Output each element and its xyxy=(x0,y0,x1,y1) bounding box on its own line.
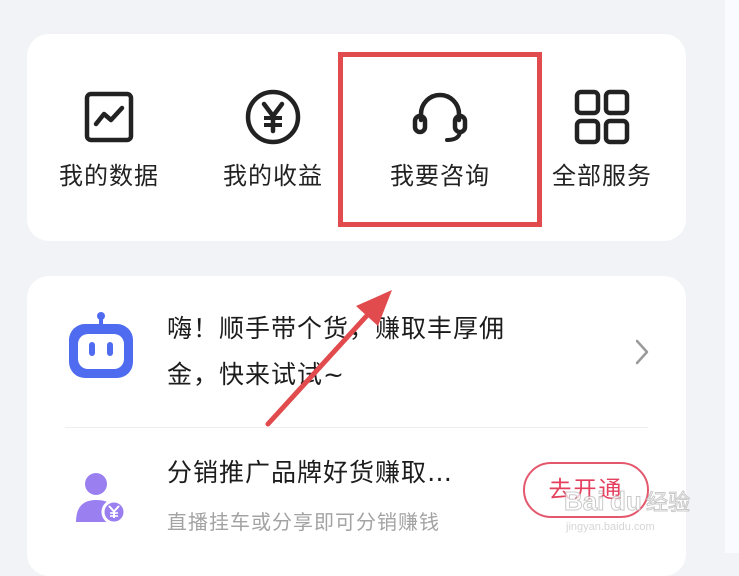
promo-message-line-1: 嗨！顺手带个货，赚取丰厚佣 xyxy=(167,314,506,343)
headset-icon xyxy=(409,86,471,148)
service-my-data[interactable]: 我的数据 xyxy=(39,34,179,241)
service-all[interactable]: 全部服务 xyxy=(532,34,672,241)
activate-button[interactable]: 去开通 xyxy=(523,462,649,518)
service-consult[interactable]: 我要咨询 xyxy=(370,34,510,241)
service-my-earnings[interactable]: 我的收益 xyxy=(203,34,343,241)
promo-card: 嗨！顺手带个货，赚取丰厚佣 金，快来试试~ 分销推广品牌好货赚取… 直播挂车或分… xyxy=(27,276,686,576)
distribution-row: 分销推广品牌好货赚取… 直播挂车或分享即可分销赚钱 去开通 xyxy=(27,428,686,558)
services-card: 我的数据 我的收益 我要咨询 全部服务 xyxy=(27,34,686,241)
chart-icon xyxy=(78,86,140,148)
service-label-my-data: 我的数据 xyxy=(59,162,159,190)
promo-message: 嗨！顺手带个货，赚取丰厚佣 金，快来试试~ xyxy=(167,306,557,398)
promo-message-line-2: 金，快来试试~ xyxy=(167,360,345,389)
distribution-subtitle: 直播挂车或分享即可分销赚钱 xyxy=(167,510,440,534)
service-label-my-earnings: 我的收益 xyxy=(223,162,323,190)
grid-icon xyxy=(571,86,633,148)
promo-banner-row[interactable]: 嗨！顺手带个货，赚取丰厚佣 金，快来试试~ xyxy=(27,276,686,426)
service-label-consult: 我要咨询 xyxy=(390,162,490,190)
yen-coin-icon xyxy=(242,86,304,148)
service-label-all: 全部服务 xyxy=(552,162,652,190)
chevron-right-icon xyxy=(633,338,651,366)
user-yen-icon xyxy=(72,470,130,528)
distribution-title: 分销推广品牌好货赚取… xyxy=(167,458,454,487)
right-edge-strip xyxy=(725,0,739,553)
robot-icon xyxy=(65,310,137,382)
